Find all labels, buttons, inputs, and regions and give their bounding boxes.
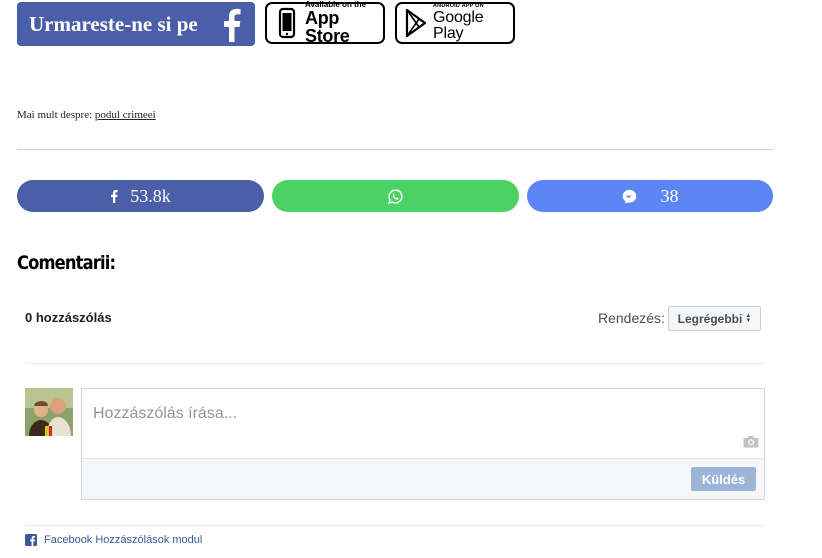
follow-facebook-banner[interactable]: Urmareste-ne si pe xyxy=(17,2,255,46)
tag-link[interactable]: podul crimeei xyxy=(95,109,156,121)
more-about-label: Mai mult despre: xyxy=(17,109,93,121)
whatsapp-share-button[interactable] xyxy=(272,180,519,212)
comment-composer[interactable]: Hozzászólás írása... Küldés xyxy=(81,388,765,500)
sort-selected-value: Legrégebbi xyxy=(677,311,743,326)
avatar xyxy=(25,388,73,436)
facebook-square-icon xyxy=(25,534,37,546)
follow-text: Urmareste-ne si pe xyxy=(29,11,198,36)
plugin-credit[interactable]: Facebook Hozzászólások modul xyxy=(25,534,202,546)
app-store-badge[interactable]: Available on the App Store xyxy=(265,1,385,46)
googleplay-big-text: Google Play xyxy=(433,8,484,42)
comments-heading: Comentarii: xyxy=(17,252,116,274)
comment-count: 0 hozzászólás xyxy=(25,310,112,325)
messenger-share-button[interactable]: 38 xyxy=(527,180,773,212)
divider xyxy=(25,363,765,364)
sort-arrows-icon: ▲ ▼ xyxy=(745,312,752,324)
play-triangle-icon xyxy=(405,8,427,38)
facebook-share-count: 53.8k xyxy=(130,185,171,206)
sort-label: Rendezés: xyxy=(598,310,665,326)
whatsapp-icon xyxy=(388,188,403,204)
more-about-line: Mai mult despre: podul crimeei xyxy=(17,109,156,121)
comment-input[interactable]: Hozzászólás írása... xyxy=(93,405,237,423)
facebook-share-button[interactable]: 53.8k xyxy=(17,180,264,212)
divider xyxy=(25,525,765,526)
composer-footer: Küldés xyxy=(82,458,764,499)
google-play-badge[interactable]: ANDROID APP ON Google Play xyxy=(395,2,515,44)
facebook-f-icon xyxy=(219,8,243,42)
apple-phone-icon xyxy=(278,7,296,39)
send-button[interactable]: Küldés xyxy=(691,467,756,491)
messenger-icon xyxy=(622,189,637,204)
messenger-share-count: 38 xyxy=(660,185,679,206)
appstore-big-text: App Store xyxy=(305,8,350,46)
divider xyxy=(17,149,773,150)
sort-select[interactable]: Legrégebbi ▲ ▼ xyxy=(668,306,761,331)
camera-icon[interactable] xyxy=(743,435,759,453)
plugin-credit-text: Facebook Hozzászólások modul xyxy=(44,534,203,546)
facebook-f-icon xyxy=(110,189,118,203)
